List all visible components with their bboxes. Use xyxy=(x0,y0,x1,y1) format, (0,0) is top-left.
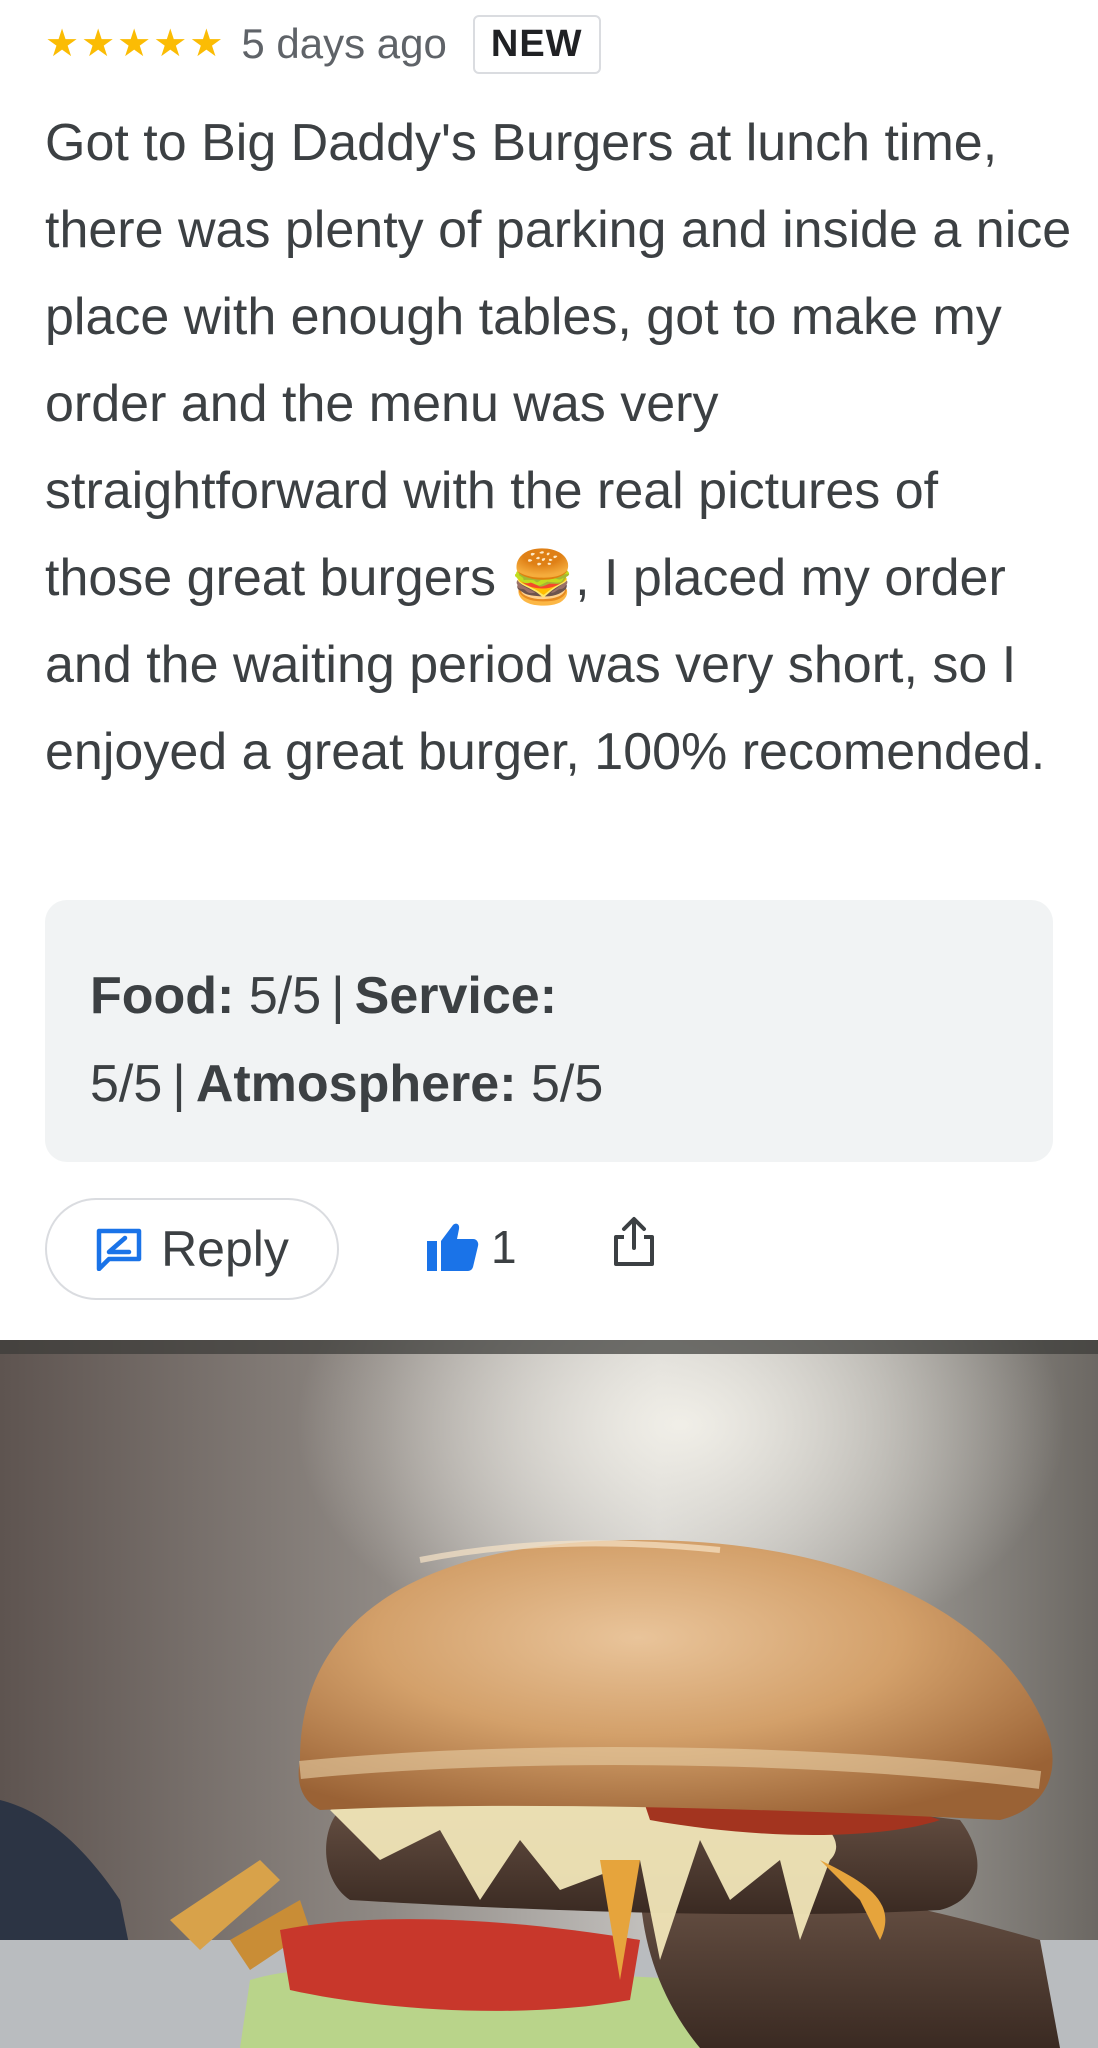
review-meta-row: ★ ★ ★ ★ ★ 5 days ago NEW xyxy=(45,14,601,74)
review-actions: Reply 1 xyxy=(45,1198,1053,1304)
star-icon: ★ xyxy=(117,23,152,65)
thumbs-up-icon xyxy=(427,1223,479,1271)
ratings-summary: Food: 5/5 | Service: 5/5 | Atmosphere: 5/5 xyxy=(45,900,1053,1162)
atmosphere-value: 5/5 xyxy=(530,1055,604,1113)
share-button[interactable] xyxy=(612,1216,656,1273)
reply-label: Reply xyxy=(161,1221,289,1277)
service-value: 5/5 xyxy=(90,1055,163,1113)
new-badge: NEW xyxy=(472,14,601,74)
review-time: 5 days ago xyxy=(241,20,447,67)
star-icon: ★ xyxy=(45,23,80,65)
share-icon xyxy=(614,1217,654,1266)
reply-button[interactable]: Reply xyxy=(45,1198,339,1300)
separator: | xyxy=(172,1055,186,1113)
review-text: Got to Big Daddy's Burgers at lunch time… xyxy=(45,114,1072,781)
food-value: 5/5 xyxy=(248,967,322,1025)
review-photo[interactable] xyxy=(0,1340,1098,2048)
service-label: Service: xyxy=(354,967,558,1025)
atmosphere-label: Atmosphere: xyxy=(195,1055,517,1113)
separator: | xyxy=(331,967,345,1025)
ratings-text: Food: 5/5 | Service: 5/5 | Atmosphere: 5/5 xyxy=(90,952,770,1128)
food-label: Food: xyxy=(90,967,235,1025)
star-rating: ★ ★ ★ ★ ★ xyxy=(45,25,223,63)
like-button[interactable]: 1 xyxy=(425,1220,517,1274)
star-icon: ★ xyxy=(81,23,116,65)
star-icon: ★ xyxy=(153,23,188,65)
star-icon: ★ xyxy=(189,23,224,65)
like-count: 1 xyxy=(491,1221,517,1273)
reply-icon xyxy=(96,1228,142,1271)
burger-photo xyxy=(0,1340,1098,2048)
